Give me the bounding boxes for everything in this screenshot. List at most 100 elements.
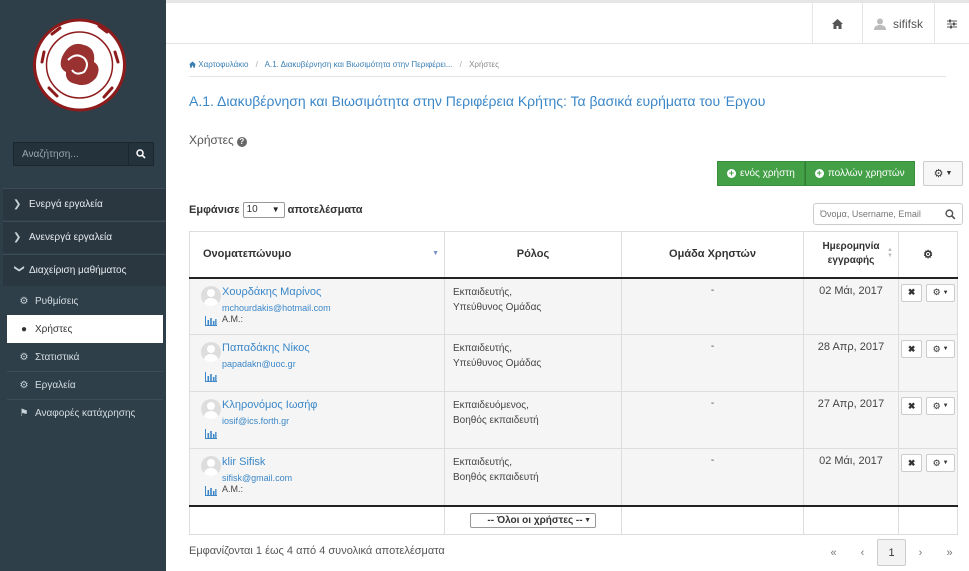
sidebar-item-abuse-reports[interactable]: ⚑ Αναφορές κατάχρησης (7, 399, 163, 427)
user-options-button[interactable]: ⚙ ▼ (926, 283, 955, 302)
sidebar-item-settings[interactable]: ⚙ Ρυθμίσεις (7, 287, 163, 315)
sidebar-section-course-admin[interactable]: ❯ Διαχείριση μαθήματος (3, 254, 166, 286)
role-cell: Εκπαιδευόμενος, Βοηθός εκπαιδευτή (444, 391, 622, 449)
user-avatar-icon (874, 18, 886, 30)
remove-user-button[interactable]: ✖ (901, 397, 923, 415)
sidebar-section-inactive-tools[interactable]: ❯ Ανενεργά εργαλεία (3, 221, 166, 253)
bar-chart-icon[interactable] (205, 372, 217, 382)
page-next-button[interactable]: › (906, 539, 935, 566)
user-name-link[interactable]: Παπαδάκης Νίκος (222, 342, 436, 354)
user-options-button[interactable]: ⚙ ▼ (926, 454, 955, 472)
home-button[interactable] (812, 3, 862, 44)
group-cell: - (621, 277, 804, 335)
main-content: Χαρτοφυλάκιο / Α.1. Διακυβέρνηση και Βιω… (166, 44, 969, 571)
caret-down-icon: ▼ (942, 289, 949, 296)
sort-desc-icon: ▼ (432, 250, 439, 257)
breadcrumb-current: Χρήστες (469, 60, 499, 69)
breadcrumb-course-link[interactable]: Α.1. Διακυβέρνηση και Βιωσιμότητα στην Π… (265, 60, 453, 69)
user-name-link[interactable]: klir Sifisk (222, 456, 436, 468)
sidebar-item-tools[interactable]: ⚙ Εργαλεία (7, 371, 163, 399)
avatar (201, 342, 221, 362)
add-one-user-button[interactable]: + ενός χρήστη (717, 161, 805, 186)
page-subtitle-text: Χρήστες (189, 133, 234, 147)
sidebar-section-label: Ανενεργά εργαλεία (29, 232, 113, 243)
actions-cell: ✖ ⚙ ▼ (898, 391, 958, 449)
user-options-button[interactable]: ⚙ ▼ (926, 397, 955, 415)
role-cell: Εκπαιδευτής, Βοηθός εκπαιδευτή (444, 448, 622, 506)
table-filter-input[interactable] (820, 209, 940, 219)
add-many-users-button[interactable]: + πολλών χρηστών (804, 161, 915, 186)
user-email-link[interactable]: mchourdakis@hotmail.com (222, 303, 436, 313)
user-options-button[interactable]: ⚙ ▼ (926, 340, 955, 358)
user-name-link[interactable]: Χουρδάκης Μαρίνος (222, 286, 436, 298)
user-email-link[interactable]: iosif@ics.forth.gr (222, 416, 436, 426)
table-row: Παπαδάκης Νίκος papadakn@uoc.gr Εκπαιδευ… (189, 334, 958, 392)
date-cell: 02 Μάι, 2017 (803, 277, 899, 335)
sidebar-search (13, 142, 154, 166)
column-header-actions: ⚙ (898, 231, 958, 279)
sidebar-item-statistics[interactable]: ⚙ Στατιστικά (7, 343, 163, 371)
caret-down-icon: ▼ (942, 346, 949, 352)
actions-group: ✖ ⚙ ▼ (901, 283, 955, 302)
gears-icon: ⚙ (19, 351, 29, 363)
sidebar-section-label: Ενεργά εργαλεία (29, 199, 103, 210)
sidebar-section-active-tools[interactable]: ❯ Ενεργά εργαλεία (3, 188, 166, 220)
remove-user-button[interactable]: ✖ (901, 340, 923, 358)
date-cell: 27 Απρ, 2017 (803, 391, 899, 449)
user-email-link[interactable]: papadakn@uoc.gr (222, 359, 436, 369)
table-header-row: Ονοματεπώνυμο ▼ Ρόλος Ομάδα Χρηστών Ημερ… (189, 231, 958, 279)
gears-icon: ⚙ (923, 248, 933, 261)
sidebar-search-button[interactable] (129, 142, 154, 166)
sidebar-item-label: Στατιστικά (35, 351, 80, 363)
page-last-button[interactable]: » (935, 539, 964, 566)
page-title: Α.1. Διακυβέρνηση και Βιωσιμότητα στην Π… (189, 93, 766, 109)
role-line: Εκπαιδευτής, (453, 343, 513, 354)
gears-icon: ⚙ (19, 379, 29, 391)
options-dropdown-button[interactable]: ⚙ ▼ (923, 161, 963, 186)
user-menu[interactable]: sififsk (862, 3, 934, 44)
column-header-date[interactable]: Ημερομηνία εγγραφής ▲ ▼ (803, 231, 899, 279)
settings-button[interactable] (934, 3, 969, 44)
page-length-select[interactable]: 10 (242, 202, 285, 218)
column-header-role[interactable]: Ρόλος (444, 231, 622, 279)
breadcrumb-portfolio-link[interactable]: Χαρτοφυλάκιο (198, 60, 248, 69)
user-cell: Κληρονόμος Ιωσήφ iosif@ics.forth.gr (189, 391, 445, 449)
role-line: Εκπαιδευτής, (453, 457, 513, 468)
page-prev-button[interactable]: ‹ (848, 539, 877, 566)
role-cell: Εκπαιδευτής, Υπεύθυνος Ομάδας (444, 277, 622, 335)
avatar (201, 399, 221, 419)
gears-icon: ⚙ (19, 295, 29, 307)
home-icon (832, 18, 843, 29)
flag-icon: ⚑ (19, 407, 29, 419)
bar-chart-icon[interactable] (205, 429, 217, 439)
sidebar-item-label: Ρυθμίσεις (35, 295, 79, 307)
sidebar-item-label: Αναφορές κατάχρησης (35, 407, 136, 419)
user-cell: Παπαδάκης Νίκος papadakn@uoc.gr (189, 334, 445, 392)
chevron-down-icon: ❯ (13, 264, 25, 273)
group-cell: - (621, 448, 804, 506)
remove-user-button[interactable]: ✖ (901, 454, 923, 472)
caret-down-icon: ▼ (942, 403, 949, 409)
username: sififsk (893, 16, 923, 31)
page-first-button[interactable]: « (819, 539, 848, 566)
column-header-name[interactable]: Ονοματεπώνυμο ▼ (189, 231, 445, 279)
project-logo[interactable] (32, 12, 127, 118)
role-filter-select[interactable]: -- Όλοι οι χρήστες -- (470, 512, 596, 528)
remove-user-button[interactable]: ✖ (901, 283, 923, 302)
sliders-icon (947, 19, 957, 28)
sidebar-item-users[interactable]: ● Χρήστες (7, 315, 163, 343)
filter-cell-empty (803, 504, 899, 535)
breadcrumb-divider (189, 76, 946, 77)
sidebar-search-input[interactable] (13, 142, 129, 166)
role-line: Υπεύθυνος Ομάδας (453, 301, 542, 313)
bar-chart-icon[interactable] (205, 486, 217, 496)
caret-down-icon: ▼ (945, 170, 953, 177)
column-header-group[interactable]: Ομάδα Χρηστών (621, 231, 804, 279)
user-email-link[interactable]: sifisk@gmail.com (222, 473, 436, 483)
user-name-link[interactable]: Κληρονόμος Ιωσήφ (222, 399, 436, 411)
help-icon[interactable]: ? (236, 137, 247, 147)
bar-chart-icon[interactable] (205, 315, 217, 326)
date-cell: 02 Μάι, 2017 (803, 448, 899, 506)
page-current-button[interactable]: 1 (877, 539, 906, 566)
page-length-suffix: αποτελέσματα (287, 204, 363, 216)
